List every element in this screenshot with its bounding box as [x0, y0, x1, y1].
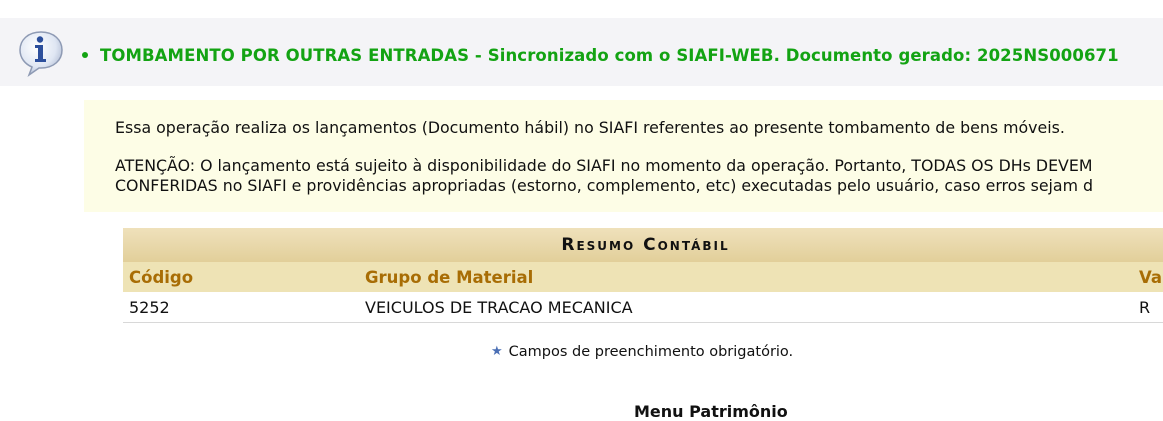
table-caption: Resumo Contábil [123, 228, 1163, 262]
notice-line-3: CONFERIDAS no SIAFI e providências aprop… [115, 176, 1094, 195]
notice-attention: ATENÇÃO: O lançamento está sujeito à dis… [115, 156, 1093, 196]
cell-codigo: 5252 [123, 292, 359, 323]
info-icon [19, 31, 63, 78]
table-row: 5252 VEICULOS DE TRACAO MECANICA R [123, 292, 1163, 323]
column-header-valor: Va [1133, 262, 1163, 292]
required-note-text: Campos de preenchimento obrigatório. [508, 344, 794, 360]
operation-notice: Essa operação realiza os lançamentos (Do… [84, 100, 1163, 212]
notice-line-2: ATENÇÃO: O lançamento está sujeito à dis… [115, 156, 1093, 175]
cell-grupo-material: VEICULOS DE TRACAO MECANICA [359, 292, 1133, 323]
notice-line-1: Essa operação realiza os lançamentos (Do… [115, 118, 1065, 137]
cell-valor: R [1133, 292, 1163, 323]
menu-patrimonio-link[interactable]: Menu Patrimônio [634, 402, 788, 421]
required-star-icon: ★ [491, 344, 503, 359]
resumo-contabil-table: Resumo Contábil Código Grupo de Material… [123, 228, 1163, 323]
table-caption-text: Resumo Contábil [561, 235, 730, 255]
success-message: TOMBAMENTO POR OUTRAS ENTRADAS - Sincron… [82, 46, 1119, 65]
column-header-codigo: Código [123, 262, 359, 292]
bullet-icon [82, 51, 88, 58]
column-header-grupo-material: Grupo de Material [359, 262, 1133, 292]
success-message-text: TOMBAMENTO POR OUTRAS ENTRADAS - Sincron… [100, 46, 1119, 65]
required-fields-note: ★ Campos de preenchimento obrigatório. [491, 344, 793, 360]
info-message-bar: TOMBAMENTO POR OUTRAS ENTRADAS - Sincron… [0, 18, 1163, 86]
